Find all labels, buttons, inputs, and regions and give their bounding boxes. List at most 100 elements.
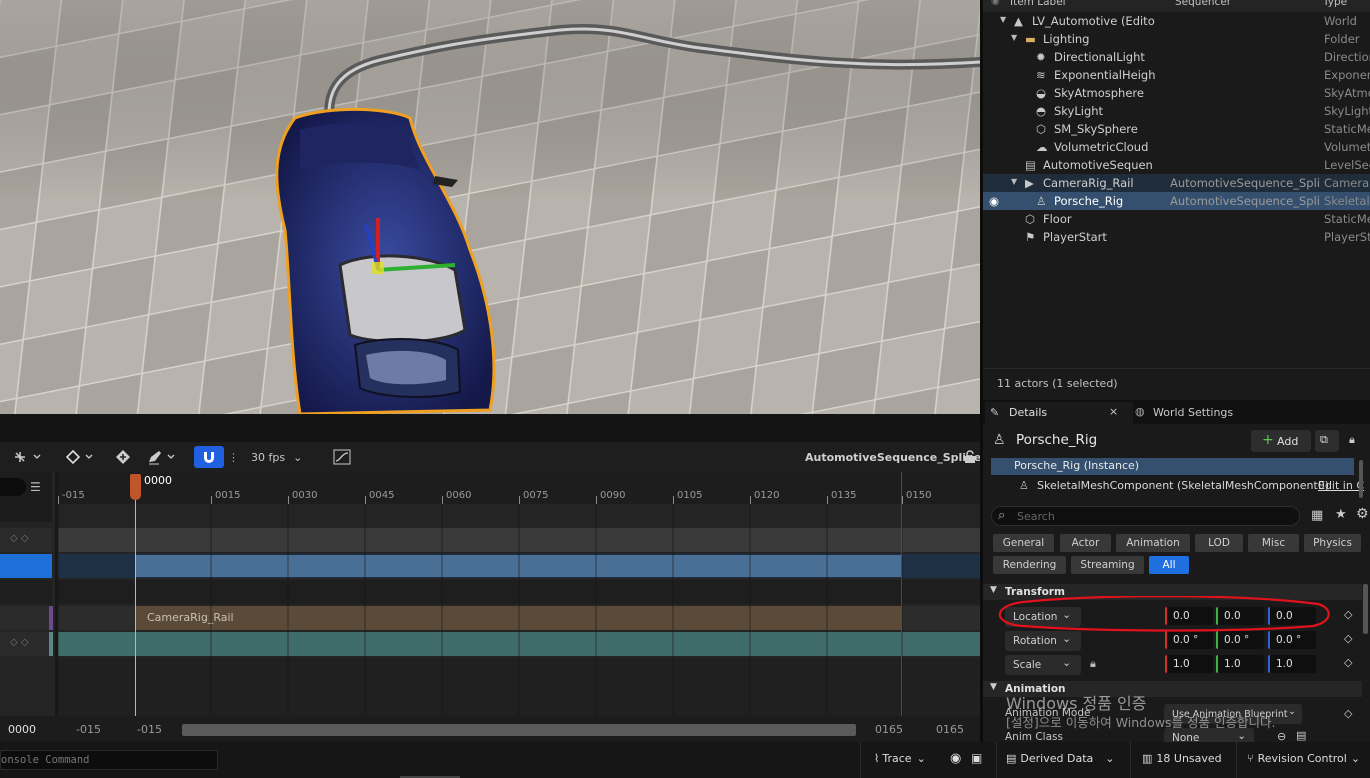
add-component-button[interactable]: + Add bbox=[1251, 430, 1311, 452]
close-icon[interactable]: × bbox=[1109, 405, 1118, 418]
component-scrollbar[interactable] bbox=[1359, 460, 1363, 498]
outliner-row[interactable]: ⚑ PlayerStart PlayerSta bbox=[983, 228, 1370, 246]
category-streaming[interactable]: Streaming bbox=[1071, 556, 1144, 574]
header-sequencer[interactable]: Sequencer bbox=[1175, 0, 1231, 8]
outliner-row[interactable]: ▼ ▶ CameraRig_Rail AutomotiveSequence_Splin… bbox=[983, 174, 1370, 192]
key-nav-icon[interactable]: ◇ ◇ bbox=[10, 533, 29, 544]
ruler-label: 0075 bbox=[523, 490, 549, 501]
grid-view-icon[interactable]: ▦ bbox=[1311, 508, 1323, 523]
working-end-frame[interactable]: 0165 bbox=[936, 723, 964, 736]
panel-splitter[interactable] bbox=[980, 0, 983, 742]
world-outliner: ◉ Item Label Sequencer Type ▼ ▲ LV_Automot… bbox=[983, 0, 1370, 400]
derived-data-dropdown[interactable]: ▤ Derived Data ⌄ bbox=[1006, 752, 1114, 765]
track-header-row-2[interactable] bbox=[0, 554, 52, 578]
fps-dropdown[interactable]: 30 fps ⌄ bbox=[251, 448, 302, 466]
star-icon[interactable]: ★ bbox=[1335, 507, 1347, 522]
track-header-row-4[interactable] bbox=[0, 606, 52, 630]
snap-options-icon[interactable]: ⋮ bbox=[228, 448, 239, 466]
outliner-row[interactable]: ▤ AutomotiveSequen LevelSec bbox=[983, 156, 1370, 174]
sequencer-timeline[interactable]: ☰ ◇ ◇ ◇ ◇ -015 0015 0030 0045 0060 0075 0090 01… bbox=[0, 472, 980, 742]
gear-icon[interactable]: ⚙ bbox=[1356, 506, 1369, 522]
track-header-row-5[interactable]: ◇ ◇ bbox=[0, 632, 52, 656]
outliner-label: AutomotiveSequen bbox=[1043, 158, 1153, 172]
trace-dropdown[interactable]: ⌇ Trace ⌄ bbox=[874, 752, 926, 765]
scale-mode-dropdown[interactable]: Scale ⌄ bbox=[1005, 655, 1081, 675]
outliner-row[interactable]: ▼ ▬ Lighting Folder bbox=[983, 30, 1370, 48]
level-viewport[interactable] bbox=[0, 0, 980, 414]
header-type[interactable]: Type bbox=[1323, 0, 1347, 8]
curve-editor-button[interactable] bbox=[333, 448, 351, 466]
scale-x-field[interactable]: 1.0 bbox=[1165, 655, 1213, 673]
category-physics[interactable]: Physics bbox=[1304, 534, 1361, 552]
scale-y-field[interactable]: 1.0 bbox=[1216, 655, 1264, 673]
category-rendering[interactable]: Rendering bbox=[993, 556, 1066, 574]
header-item-label[interactable]: Item Label bbox=[1010, 0, 1066, 8]
expand-arrow-icon[interactable]: ▼ bbox=[1011, 33, 1024, 46]
filter-icon[interactable]: ☰ bbox=[30, 480, 41, 494]
edit-tool-dropdown[interactable] bbox=[146, 448, 180, 466]
visibility-eye-icon[interactable]: ◉ bbox=[989, 194, 1002, 208]
component-instance-row[interactable]: Porsche_Rig (Instance) bbox=[991, 458, 1354, 475]
category-animation[interactable]: Animation bbox=[1116, 534, 1190, 552]
record-icon[interactable]: ◉ bbox=[950, 751, 961, 766]
tab-world-settings[interactable]: ◍ World Settings bbox=[1133, 402, 1263, 424]
category-misc[interactable]: Misc bbox=[1248, 534, 1299, 552]
revision-control-dropdown[interactable]: ⑂ Revision Control ⌄ bbox=[1247, 752, 1360, 765]
key-nav-icon[interactable]: ◇ ◇ bbox=[10, 637, 29, 648]
working-start-frame[interactable]: -015 bbox=[137, 723, 162, 736]
key-dropdown[interactable] bbox=[64, 448, 96, 466]
outliner-row[interactable]: ▼ ▲ LV_Automotive (Edito World bbox=[983, 12, 1370, 30]
keyframe-scale-icon[interactable]: ◇ bbox=[1344, 656, 1352, 669]
category-general[interactable]: General bbox=[993, 534, 1054, 552]
track-header-row-3[interactable] bbox=[0, 580, 52, 604]
category-lod[interactable]: LOD bbox=[1195, 534, 1243, 552]
blueprint-button[interactable]: ⧉ bbox=[1315, 430, 1339, 452]
keyframe-anim-icon[interactable]: ◇ bbox=[1344, 707, 1352, 720]
tab-details[interactable]: ✎ Details × bbox=[985, 402, 1133, 424]
scale-label: Scale bbox=[1013, 659, 1042, 671]
outliner-row[interactable]: ◉ ♙ Porsche_Rig AutomotiveSequence_Spline Sk… bbox=[983, 192, 1370, 210]
details-search-input[interactable]: ⌕ Search bbox=[991, 506, 1300, 526]
outliner-row[interactable]: ◓ SkyLight SkyLight bbox=[983, 102, 1370, 120]
outliner-row[interactable]: ⬡ Floor StaticMe bbox=[983, 210, 1370, 228]
lock-icon[interactable] bbox=[964, 448, 976, 466]
view-start-frame[interactable]: -015 bbox=[76, 723, 101, 736]
snap-toggle[interactable] bbox=[194, 446, 224, 468]
category-actor[interactable]: Actor bbox=[1060, 534, 1111, 552]
outliner-label: LV_Automotive (Edito bbox=[1032, 14, 1155, 28]
fog-icon: ≋ bbox=[1036, 68, 1046, 82]
skeletal-actor-icon: ♙ bbox=[993, 432, 1006, 448]
view-end-frame[interactable]: 0165 bbox=[875, 723, 903, 736]
curve-editor-icon bbox=[333, 449, 351, 465]
edit-in-cpp-link[interactable]: Edit in C bbox=[1318, 479, 1364, 492]
details-scrollbar[interactable] bbox=[1363, 584, 1368, 634]
outliner-row[interactable]: ⬡ SM_SkySphere StaticMe bbox=[983, 120, 1370, 138]
outliner-row[interactable]: ✹ DirectionalLight Direction bbox=[983, 48, 1370, 66]
transform-tools-dropdown[interactable] bbox=[12, 448, 42, 466]
bottom-current-frame[interactable]: 0000 bbox=[8, 723, 36, 736]
outliner-footer: 11 actors (1 selected) bbox=[983, 368, 1370, 398]
time-ruler[interactable]: -015 0015 0030 0045 0060 0075 0090 0105 0120 0135… bbox=[58, 472, 980, 504]
unsaved-button[interactable]: ▥ 18 Unsaved bbox=[1142, 752, 1222, 765]
add-key-button[interactable] bbox=[114, 448, 132, 466]
outliner-row[interactable]: ◒ SkyAtmosphere SkyAtmo bbox=[983, 84, 1370, 102]
actor-name[interactable]: Porsche_Rig bbox=[1016, 432, 1097, 448]
console-input[interactable]: onsole Command bbox=[0, 750, 218, 770]
category-all[interactable]: All bbox=[1149, 556, 1189, 574]
playhead-handle[interactable] bbox=[130, 474, 141, 500]
expand-arrow-icon[interactable]: ▼ bbox=[1000, 15, 1013, 28]
outliner-row[interactable]: ≋ ExponentialHeigh Exponen bbox=[983, 66, 1370, 84]
playhead-line[interactable] bbox=[135, 492, 136, 716]
scale-z-field[interactable]: 1.0 bbox=[1268, 655, 1316, 673]
expand-arrow-icon[interactable]: ▼ bbox=[1011, 177, 1024, 190]
component-row[interactable]: SkeletalMeshComponent (SkeletalMeshCompo… bbox=[1037, 479, 1329, 492]
track-header-row-1[interactable]: ◇ ◇ bbox=[0, 528, 52, 552]
outliner-row[interactable]: ☁ VolumetricCloud Volumetr bbox=[983, 138, 1370, 156]
timeline-scrollbar[interactable] bbox=[182, 724, 856, 736]
scale-lock-icon[interactable]: 🔒︎ bbox=[1090, 657, 1096, 671]
screenshot-icon[interactable]: ▣ bbox=[971, 751, 982, 765]
playback-end-marker[interactable] bbox=[901, 472, 902, 716]
lock-icon[interactable]: 🔒︎ bbox=[1349, 433, 1355, 447]
folder-icon[interactable]: ▤ bbox=[1296, 729, 1306, 742]
track-filter-input[interactable] bbox=[0, 478, 26, 496]
